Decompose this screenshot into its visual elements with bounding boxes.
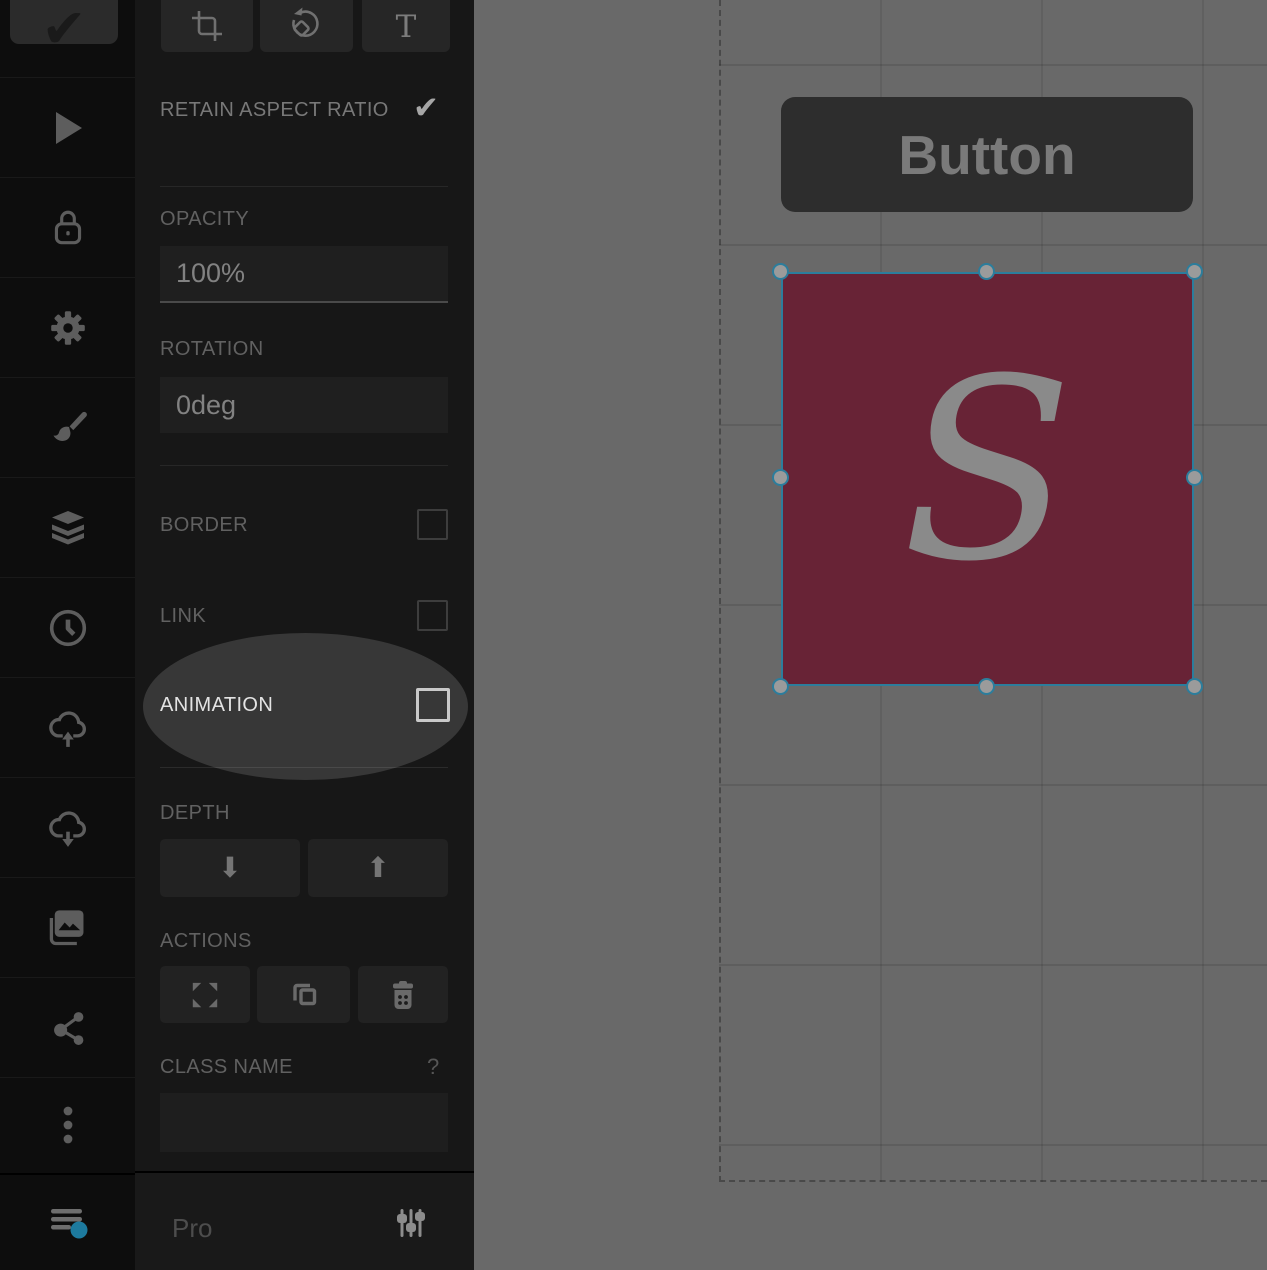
sidebar-footer <box>0 1173 135 1270</box>
opacity-label: OPACITY <box>160 208 249 231</box>
link-checkbox[interactable] <box>417 600 448 631</box>
rotate-icon <box>288 5 326 43</box>
text-tool-button[interactable]: T <box>362 0 450 52</box>
sidebar-item-settings[interactable] <box>0 277 135 377</box>
selected-shape-element[interactable]: S <box>781 272 1194 686</box>
check-icon: ✔ <box>41 5 86 44</box>
brush-icon <box>47 407 89 449</box>
play-icon <box>50 108 86 148</box>
depth-down-button[interactable]: ⬇ <box>160 839 300 897</box>
trash-icon <box>388 978 418 1012</box>
editor-canvas: Button S <box>474 0 1267 1270</box>
crop-icon <box>190 9 224 43</box>
divider <box>160 186 448 187</box>
menu-notification-icon[interactable] <box>45 1202 91 1244</box>
text-tool-icon: T <box>396 12 417 43</box>
class-name-help[interactable]: ? <box>427 1054 439 1080</box>
resize-handle-bottom-middle[interactable] <box>978 678 995 695</box>
resize-handle-middle-left[interactable] <box>772 469 789 486</box>
sidebar-item-more[interactable] <box>0 1077 135 1173</box>
delete-button[interactable] <box>358 966 448 1023</box>
gear-icon <box>47 307 89 349</box>
border-checkbox[interactable] <box>417 509 448 540</box>
retain-aspect-ratio-label: RETAIN ASPECT RATIO <box>160 99 389 122</box>
rotate-button[interactable] <box>260 0 353 52</box>
lock-icon <box>49 207 87 249</box>
animation-label: ANIMATION <box>160 694 273 717</box>
depth-up-button[interactable]: ⬆ <box>308 839 448 897</box>
resize-handle-bottom-left[interactable] <box>772 678 789 695</box>
confirm-button[interactable]: ✔ <box>10 0 118 44</box>
depth-label: DEPTH <box>160 802 230 825</box>
duplicate-button[interactable] <box>257 966 350 1023</box>
arrow-down-icon: ⬇ <box>218 854 241 882</box>
border-label: BORDER <box>160 514 248 537</box>
rotation-label: ROTATION <box>160 338 264 361</box>
retain-aspect-ratio-check-icon[interactable]: ✔ <box>413 90 439 126</box>
actions-label: ACTIONS <box>160 930 252 953</box>
rotation-input[interactable] <box>160 377 448 433</box>
resize-handle-top-middle[interactable] <box>978 263 995 280</box>
panel-footer: Pro <box>135 1171 474 1270</box>
resize-handle-bottom-right[interactable] <box>1186 678 1203 695</box>
pro-label: Pro <box>172 1213 212 1244</box>
share-icon <box>48 1008 88 1048</box>
tool-sidebar: ✔ <box>0 0 135 1270</box>
divider <box>160 465 448 466</box>
resize-handle-top-left[interactable] <box>772 263 789 280</box>
sidebar-item-upload[interactable] <box>0 677 135 777</box>
sidebar-item-style[interactable] <box>0 377 135 477</box>
opacity-input[interactable] <box>160 246 448 303</box>
crop-button[interactable] <box>161 0 253 52</box>
class-name-input[interactable] <box>160 1093 448 1152</box>
cloud-download-icon <box>45 807 91 849</box>
shape-letter: S <box>902 346 1073 596</box>
properties-panel: T RETAIN ASPECT RATIO ✔ OPACITY ROTATION… <box>135 0 474 1270</box>
fullscreen-button[interactable] <box>160 966 250 1023</box>
sidebar-item-history[interactable] <box>0 577 135 677</box>
expand-icon <box>190 980 220 1010</box>
class-name-label: CLASS NAME <box>160 1056 293 1079</box>
sidebar-item-media[interactable] <box>0 877 135 977</box>
layers-icon <box>47 508 89 548</box>
animation-checkbox[interactable] <box>416 688 450 722</box>
sidebar-item-layers[interactable] <box>0 477 135 577</box>
duplicate-icon <box>287 979 321 1011</box>
sidebar-item-share[interactable] <box>0 977 135 1077</box>
resize-handle-top-right[interactable] <box>1186 263 1203 280</box>
link-label: LINK <box>160 605 206 628</box>
app-window: ✔ <box>0 0 1267 1270</box>
image-icon <box>47 908 89 948</box>
divider <box>160 767 448 768</box>
advanced-settings-button[interactable] <box>393 1205 429 1246</box>
resize-handle-middle-right[interactable] <box>1186 469 1203 486</box>
sliders-icon <box>393 1205 429 1241</box>
cloud-upload-icon <box>45 707 91 749</box>
sidebar-item-confirm: ✔ <box>0 0 135 77</box>
sidebar-item-lock[interactable] <box>0 177 135 277</box>
sidebar-item-preview[interactable] <box>0 77 135 177</box>
clock-icon <box>48 608 88 648</box>
canvas-button-element[interactable]: Button <box>781 97 1193 212</box>
arrow-up-icon: ⬆ <box>366 854 389 882</box>
sidebar-item-download[interactable] <box>0 777 135 877</box>
canvas-button-label: Button <box>898 123 1075 187</box>
more-dots-icon <box>63 1106 73 1146</box>
